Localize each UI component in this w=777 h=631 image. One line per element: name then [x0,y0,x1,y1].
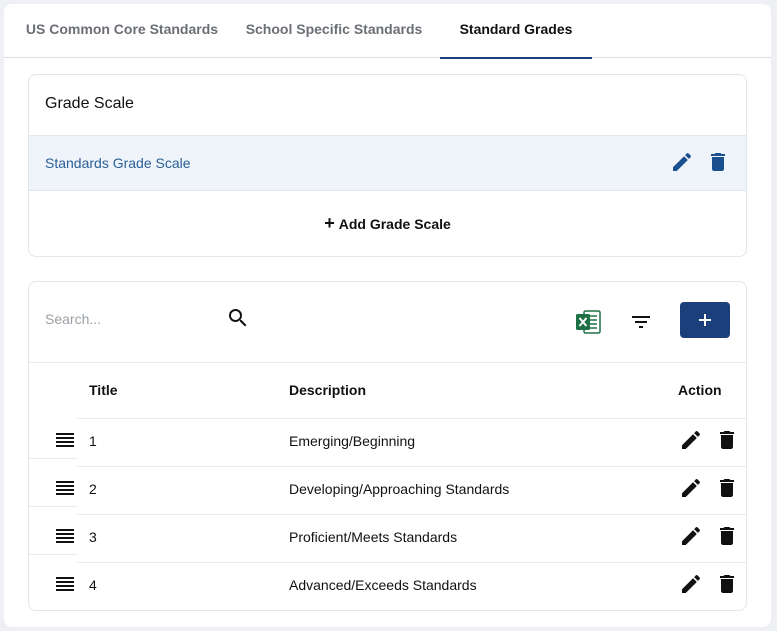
column-header-action: Action [678,382,722,398]
row-description: Emerging/Beginning [289,433,416,449]
filter-icon[interactable] [629,310,653,334]
excel-icon[interactable] [575,310,601,334]
trash-icon[interactable] [706,150,730,174]
trash-icon[interactable] [715,476,739,500]
drag-handle-icon[interactable] [55,478,75,498]
column-header-title[interactable]: Title [89,382,118,398]
plus-icon [699,314,711,326]
standard-grades-table-card: Title Description Action 1 Emerging/Begi… [28,281,747,611]
grade-scale-item[interactable]: Standards Grade Scale [29,135,746,191]
trash-icon[interactable] [715,428,739,452]
row-title: 2 [89,481,97,497]
row-description: Proficient/Meets Standards [289,529,458,545]
row-title: 1 [89,433,97,449]
drag-handle-icon[interactable] [55,430,75,450]
search-icon[interactable] [226,306,250,330]
trash-icon[interactable] [715,572,739,596]
column-header-description[interactable]: Description [289,382,366,398]
add-grade-scale-button[interactable]: + Add Grade Scale [29,191,746,257]
trash-icon[interactable] [715,524,739,548]
standards-page: US Common Core Standards School Specific… [4,4,771,627]
tab-us-common-core[interactable]: US Common Core Standards [4,4,240,58]
add-grade-button[interactable] [680,302,730,338]
tab-standard-grades[interactable]: Standard Grades [440,4,592,59]
drag-handle-icon[interactable] [55,574,75,594]
table-row: 1 Emerging/Beginning [29,418,746,466]
row-title: 4 [89,577,97,593]
table-header: Title Description Action [29,362,746,418]
row-description: Developing/Approaching Standards [289,481,510,497]
row-title: 3 [89,529,97,545]
pencil-icon[interactable] [679,428,703,452]
table-row: 4 Advanced/Exceeds Standards [29,554,746,610]
row-description: Advanced/Exceeds Standards [289,577,477,593]
plus-icon: + [324,213,335,233]
pencil-icon[interactable] [670,150,694,174]
pencil-icon[interactable] [679,524,703,548]
table-row: 3 Proficient/Meets Standards [29,506,746,562]
grade-scale-heading: Grade Scale [45,95,134,112]
pencil-icon[interactable] [679,476,703,500]
drag-handle-icon[interactable] [55,526,75,546]
grade-scale-item-label[interactable]: Standards Grade Scale [45,155,191,171]
table-row: 2 Developing/Approaching Standards [29,458,746,514]
tab-school-specific[interactable]: School Specific Standards [240,4,428,58]
tab-bar: US Common Core Standards School Specific… [4,4,771,59]
search-input[interactable] [41,302,221,336]
grade-scale-card: Grade Scale Standards Grade Scale + Add … [28,74,747,257]
add-grade-scale-label: Add Grade Scale [338,216,451,232]
pencil-icon[interactable] [679,572,703,596]
